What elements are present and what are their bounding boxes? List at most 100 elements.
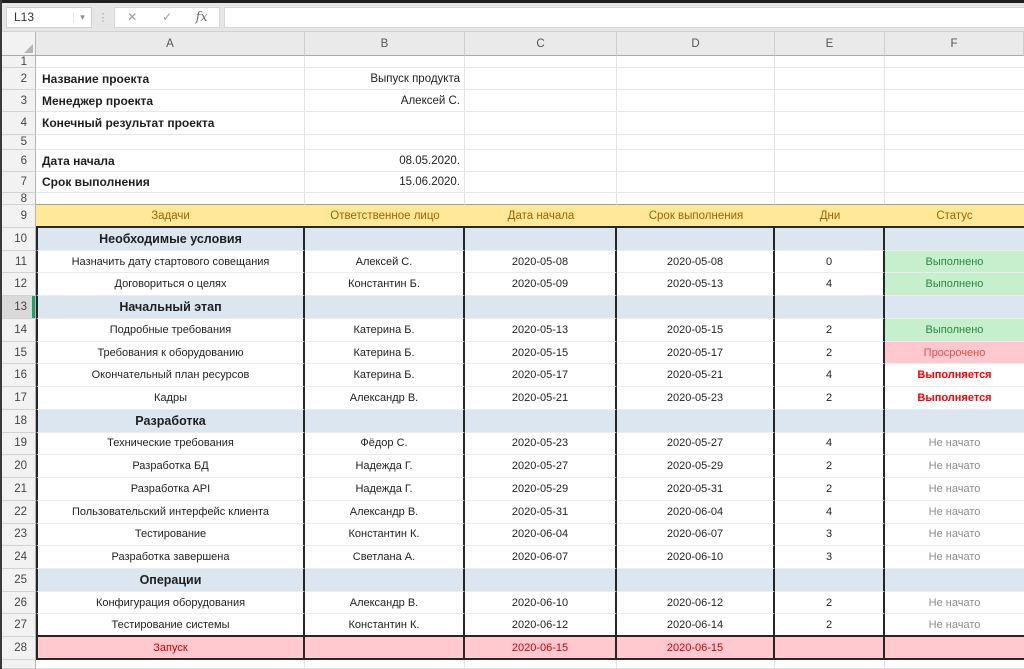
cell-F20[interactable]: Не начато bbox=[885, 455, 1024, 478]
cell-E23[interactable]: 3 bbox=[775, 524, 885, 547]
row-header[interactable]: 15 bbox=[0, 342, 36, 365]
column-header-D[interactable]: D bbox=[617, 32, 775, 56]
row-header[interactable]: 23 bbox=[0, 524, 36, 547]
cell-D7[interactable] bbox=[617, 172, 775, 193]
cell-A6[interactable]: Дата начала bbox=[36, 150, 305, 172]
cell-D25[interactable] bbox=[617, 569, 775, 592]
cell-A4[interactable]: Конечный результат проекта bbox=[36, 112, 305, 135]
row-header[interactable]: 8 bbox=[0, 193, 36, 205]
cell-E-partial[interactable] bbox=[775, 660, 885, 669]
row-header[interactable] bbox=[0, 660, 36, 669]
cell-B18[interactable] bbox=[305, 410, 465, 433]
cell-F15[interactable]: Просрочено bbox=[885, 342, 1024, 365]
cell-A2[interactable]: Название проекта bbox=[36, 68, 305, 90]
cell-A14[interactable]: Подробные требования bbox=[36, 319, 305, 342]
cell-F8[interactable] bbox=[885, 193, 1024, 205]
cell-D22[interactable]: 2020-06-04 bbox=[617, 501, 775, 524]
enter-icon[interactable]: ✓ bbox=[152, 10, 182, 24]
formula-input[interactable] bbox=[224, 7, 1024, 28]
name-box[interactable]: L13 ▾ bbox=[6, 7, 92, 28]
cell-B16[interactable]: Катерина Б. bbox=[305, 364, 465, 387]
cell-C8[interactable] bbox=[465, 193, 617, 205]
cell-A10[interactable]: Необходимые условия bbox=[36, 228, 305, 251]
cell-D2[interactable] bbox=[617, 68, 775, 90]
cell-E22[interactable]: 4 bbox=[775, 501, 885, 524]
row-header[interactable]: 24 bbox=[0, 546, 36, 569]
cell-C14[interactable]: 2020-05-13 bbox=[465, 319, 617, 342]
table-header-d9[interactable]: Срок выполнения bbox=[617, 205, 775, 228]
row-header[interactable]: 7 bbox=[0, 172, 36, 193]
cell-C24[interactable]: 2020-06-07 bbox=[465, 546, 617, 569]
cell-C23[interactable]: 2020-06-04 bbox=[465, 524, 617, 547]
row-header[interactable]: 27 bbox=[0, 614, 36, 637]
cell-F-partial[interactable] bbox=[885, 660, 1024, 669]
cell-F11[interactable]: Выполнено bbox=[885, 251, 1024, 274]
cell-A18[interactable]: Разработка bbox=[36, 410, 305, 433]
cell-F4[interactable] bbox=[885, 112, 1024, 135]
cell-D5[interactable] bbox=[617, 135, 775, 150]
row-header[interactable]: 4 bbox=[0, 112, 36, 135]
row-header[interactable]: 3 bbox=[0, 90, 36, 112]
cell-B1[interactable] bbox=[305, 56, 465, 68]
select-all-corner[interactable] bbox=[0, 32, 36, 56]
cell-B20[interactable]: Надежда Г. bbox=[305, 455, 465, 478]
cell-A8[interactable] bbox=[36, 193, 305, 205]
cell-F6[interactable] bbox=[885, 150, 1024, 172]
cell-A7[interactable]: Срок выполнения bbox=[36, 172, 305, 193]
cell-A21[interactable]: Разработка API bbox=[36, 478, 305, 501]
cell-D21[interactable]: 2020-05-31 bbox=[617, 478, 775, 501]
cell-A3[interactable]: Менеджер проекта bbox=[36, 90, 305, 112]
cell-F17[interactable]: Выполняется bbox=[885, 387, 1024, 410]
cell-D17[interactable]: 2020-05-23 bbox=[617, 387, 775, 410]
cell-F22[interactable]: Не начато bbox=[885, 501, 1024, 524]
cell-B3[interactable]: Алексей С. bbox=[305, 90, 465, 112]
cell-A16[interactable]: Окончательный план ресурсов bbox=[36, 364, 305, 387]
row-header[interactable]: 12 bbox=[0, 273, 36, 296]
cell-C21[interactable]: 2020-05-29 bbox=[465, 478, 617, 501]
cell-C16[interactable]: 2020-05-17 bbox=[465, 364, 617, 387]
cell-E18[interactable] bbox=[775, 410, 885, 433]
table-header-e9[interactable]: Дни bbox=[775, 205, 885, 228]
cell-C22[interactable]: 2020-05-31 bbox=[465, 501, 617, 524]
table-header-a9[interactable]: Задачи bbox=[36, 205, 305, 228]
cell-C11[interactable]: 2020-05-08 bbox=[465, 251, 617, 274]
column-header-A[interactable]: A bbox=[36, 32, 305, 56]
cell-D20[interactable]: 2020-05-29 bbox=[617, 455, 775, 478]
cell-E1[interactable] bbox=[775, 56, 885, 68]
cell-D18[interactable] bbox=[617, 410, 775, 433]
cell-F27[interactable]: Не начато bbox=[885, 614, 1024, 637]
cell-B17[interactable]: Александр В. bbox=[305, 387, 465, 410]
cell-F19[interactable]: Не начато bbox=[885, 433, 1024, 456]
cell-E7[interactable] bbox=[775, 172, 885, 193]
cell-C5[interactable] bbox=[465, 135, 617, 150]
cell-E16[interactable]: 4 bbox=[775, 364, 885, 387]
cell-C13[interactable] bbox=[465, 296, 617, 319]
cell-F1[interactable] bbox=[885, 56, 1024, 68]
cell-F13[interactable] bbox=[885, 296, 1024, 319]
cell-A24[interactable]: Разработка завершена bbox=[36, 546, 305, 569]
cell-B23[interactable]: Константин К. bbox=[305, 524, 465, 547]
cell-F21[interactable]: Не начато bbox=[885, 478, 1024, 501]
cell-F7[interactable] bbox=[885, 172, 1024, 193]
cell-A13[interactable]: Начальный этап bbox=[36, 296, 305, 319]
cell-F23[interactable]: Не начато bbox=[885, 524, 1024, 547]
cell-E21[interactable]: 2 bbox=[775, 478, 885, 501]
row-header[interactable]: 20 bbox=[0, 455, 36, 478]
cell-F5[interactable] bbox=[885, 135, 1024, 150]
cell-C2[interactable] bbox=[465, 68, 617, 90]
cell-E17[interactable]: 2 bbox=[775, 387, 885, 410]
table-header-f9[interactable]: Статус bbox=[885, 205, 1024, 228]
cell-F24[interactable]: Не начато bbox=[885, 546, 1024, 569]
row-header[interactable]: 22 bbox=[0, 501, 36, 524]
cell-B19[interactable]: Фёдор С. bbox=[305, 433, 465, 456]
cell-E2[interactable] bbox=[775, 68, 885, 90]
cell-C20[interactable]: 2020-05-27 bbox=[465, 455, 617, 478]
table-header-c9[interactable]: Дата начала bbox=[465, 205, 617, 228]
row-header[interactable]: 11 bbox=[0, 251, 36, 274]
cell-C15[interactable]: 2020-05-15 bbox=[465, 342, 617, 365]
cell-D19[interactable]: 2020-05-27 bbox=[617, 433, 775, 456]
cell-B-partial[interactable] bbox=[305, 660, 465, 669]
row-header[interactable]: 10 bbox=[0, 228, 36, 251]
cell-D26[interactable]: 2020-06-12 bbox=[617, 592, 775, 615]
cell-A19[interactable]: Технические требования bbox=[36, 433, 305, 456]
